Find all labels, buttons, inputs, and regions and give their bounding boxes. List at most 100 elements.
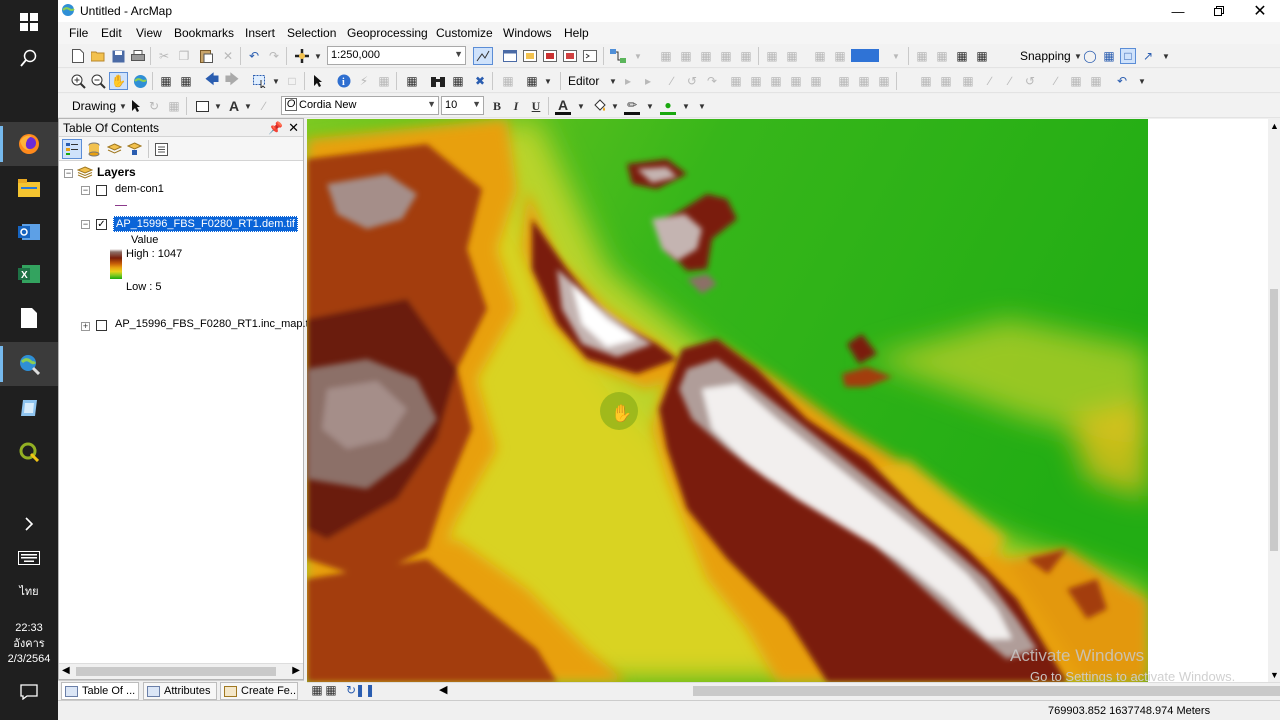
chevron-down-icon[interactable]: ▼ <box>888 48 904 64</box>
scroll-left-icon[interactable]: ◀ <box>439 683 447 696</box>
list-by-visibility-icon[interactable] <box>106 141 122 157</box>
bold-button[interactable]: B <box>489 98 505 114</box>
outlook-icon[interactable] <box>0 210 58 254</box>
notification-icon[interactable] <box>0 670 58 714</box>
layer-name-inc-map-tif[interactable]: AP_15996_FBS_F0280_RT1.inc_map.tif <box>115 318 314 330</box>
qgis-icon[interactable] <box>0 430 58 474</box>
select-features-icon[interactable] <box>252 73 268 89</box>
line-color-icon[interactable]: ✏ <box>624 98 640 115</box>
catalog-icon[interactable] <box>522 48 538 64</box>
search-icon[interactable] <box>0 36 58 80</box>
point-snapping-icon[interactable]: ◯ <box>1082 48 1098 64</box>
font-size-combo[interactable]: 10 ▼ <box>441 96 484 115</box>
underline-button[interactable]: U <box>528 98 544 114</box>
map-scale-combo[interactable]: 1:250,000 ▼ <box>327 46 466 65</box>
collapse-layers-icon[interactable]: − <box>64 169 73 178</box>
list-by-selection-icon[interactable] <box>126 141 142 157</box>
add-data-icon[interactable] <box>294 48 310 64</box>
open-folder-icon[interactable] <box>90 48 106 64</box>
select-dropdown-icon[interactable]: ▼ <box>268 73 284 89</box>
forward-extent-icon[interactable]: 🡆 <box>224 71 240 89</box>
model-builder-icon[interactable] <box>610 48 626 64</box>
menu-edit[interactable]: Edit <box>101 26 122 40</box>
collapse-layer-icon[interactable]: − <box>81 220 90 229</box>
menu-insert[interactable]: Insert <box>245 26 275 40</box>
editor-menu[interactable]: Editor <box>568 74 599 88</box>
font-color-icon[interactable]: A <box>555 97 571 115</box>
close-icon[interactable]: ✕ <box>288 120 299 136</box>
search-window-icon[interactable] <box>542 48 558 64</box>
arctoolbox-icon[interactable] <box>562 48 578 64</box>
arccatalog-icon[interactable] <box>0 386 58 430</box>
measure-icon[interactable]: ▦ <box>404 73 420 89</box>
rectangle-icon[interactable] <box>194 98 210 114</box>
menu-bookmarks[interactable]: Bookmarks <box>174 26 234 40</box>
find-route-icon[interactable]: ▦ <box>450 73 466 89</box>
fill-color-dropdown-icon[interactable]: ▼ <box>607 98 623 114</box>
data-view-icon[interactable]: ▦ <box>311 683 323 697</box>
redo-icon[interactable]: ↷ <box>266 48 282 64</box>
clock-time[interactable]: 22:33 <box>0 621 58 636</box>
font-color-dropdown-icon[interactable]: ▼ <box>573 98 589 114</box>
clock-date[interactable]: 2/3/2564 <box>0 652 58 667</box>
excel-icon[interactable]: X <box>0 252 58 296</box>
pan-hand-icon[interactable]: ✋ <box>109 72 128 90</box>
editor-toolbar-toggle-icon[interactable] <box>473 47 493 65</box>
zoom-out-icon[interactable] <box>90 73 106 89</box>
layer-visibility-checkbox[interactable] <box>96 185 107 196</box>
pin-icon[interactable]: 📌 <box>268 121 283 135</box>
scrollbar-thumb[interactable] <box>76 667 276 676</box>
expand-layer-icon[interactable]: + <box>81 322 90 331</box>
viewer-dropdown-icon[interactable]: ▼ <box>540 73 556 89</box>
drawing-menu[interactable]: Drawing <box>72 99 116 113</box>
edge-snapping-icon[interactable]: ↗ <box>1140 48 1156 64</box>
tab-attributes[interactable]: Attributes <box>143 682 217 700</box>
editor-dropdown-icon[interactable]: ▼ <box>605 73 621 89</box>
clock-day[interactable]: อังคาร <box>0 637 58 652</box>
paste-icon[interactable] <box>198 48 214 64</box>
file-explorer-icon[interactable] <box>0 166 58 210</box>
minimize-button[interactable]: — <box>1158 0 1198 22</box>
italic-button[interactable]: I <box>508 98 524 114</box>
map-display[interactable]: ✋ Activate Windows <box>307 119 1148 682</box>
fill-color-icon[interactable] <box>591 98 607 114</box>
close-button[interactable]: ✕ <box>1240 0 1280 22</box>
end-snapping-icon[interactable]: ▦ <box>1101 48 1117 64</box>
restore-button[interactable] <box>1199 0 1239 22</box>
transparency-slider[interactable] <box>851 49 879 62</box>
find-binoculars-icon[interactable] <box>430 73 446 89</box>
scroll-up-icon[interactable]: ▲ <box>1270 121 1279 131</box>
new-document-icon[interactable] <box>70 48 86 64</box>
dropdown-icon[interactable]: ▼ <box>630 48 646 64</box>
list-by-drawing-order-icon[interactable] <box>62 139 82 159</box>
vertex-snapping-icon[interactable]: □ <box>1120 48 1136 64</box>
layer-visibility-checkbox-checked[interactable]: ✓ <box>96 219 107 230</box>
menu-selection[interactable]: Selection <box>287 26 336 40</box>
menu-file[interactable]: File <box>69 26 88 40</box>
scrollbar-thumb[interactable] <box>693 686 1280 696</box>
layout-view-icon[interactable]: ▦ <box>325 683 337 697</box>
line-color-dropdown-icon[interactable]: ▼ <box>642 98 658 114</box>
marker-color-icon[interactable]: ● <box>660 98 676 115</box>
keyboard-icon[interactable] <box>0 536 58 580</box>
copy-icon[interactable]: ❐ <box>176 48 192 64</box>
fixed-zoom-in-icon[interactable]: ▦ <box>158 73 174 89</box>
snapping-label[interactable]: Snapping <box>1020 49 1071 63</box>
text-dropdown-icon[interactable]: ▼ <box>240 98 256 114</box>
effects-tool-5-icon[interactable]: ▦ <box>954 48 970 64</box>
toolbar-options-icon[interactable]: ▼ <box>694 98 710 114</box>
identify-icon[interactable]: i <box>336 73 352 89</box>
toolbar-options-icon[interactable]: ▼ <box>1134 73 1150 89</box>
map-vertical-scrollbar[interactable]: ▲ ▼ <box>1268 119 1280 682</box>
delete-icon[interactable]: ✕ <box>220 48 236 64</box>
fixed-zoom-out-icon[interactable]: ▦ <box>178 73 194 89</box>
scroll-down-icon[interactable]: ▼ <box>1270 670 1279 680</box>
viewer-window-icon[interactable]: ▦ <box>524 73 540 89</box>
menu-geoprocessing[interactable]: Geoprocessing <box>347 26 428 40</box>
undo-icon[interactable]: ↶ <box>246 48 262 64</box>
select-elements-icon[interactable] <box>128 98 144 114</box>
menu-windows[interactable]: Windows <box>503 26 552 40</box>
print-icon[interactable] <box>130 48 146 64</box>
go-to-xy-icon[interactable]: ✖ <box>472 73 488 89</box>
layer-visibility-checkbox[interactable] <box>96 320 107 331</box>
